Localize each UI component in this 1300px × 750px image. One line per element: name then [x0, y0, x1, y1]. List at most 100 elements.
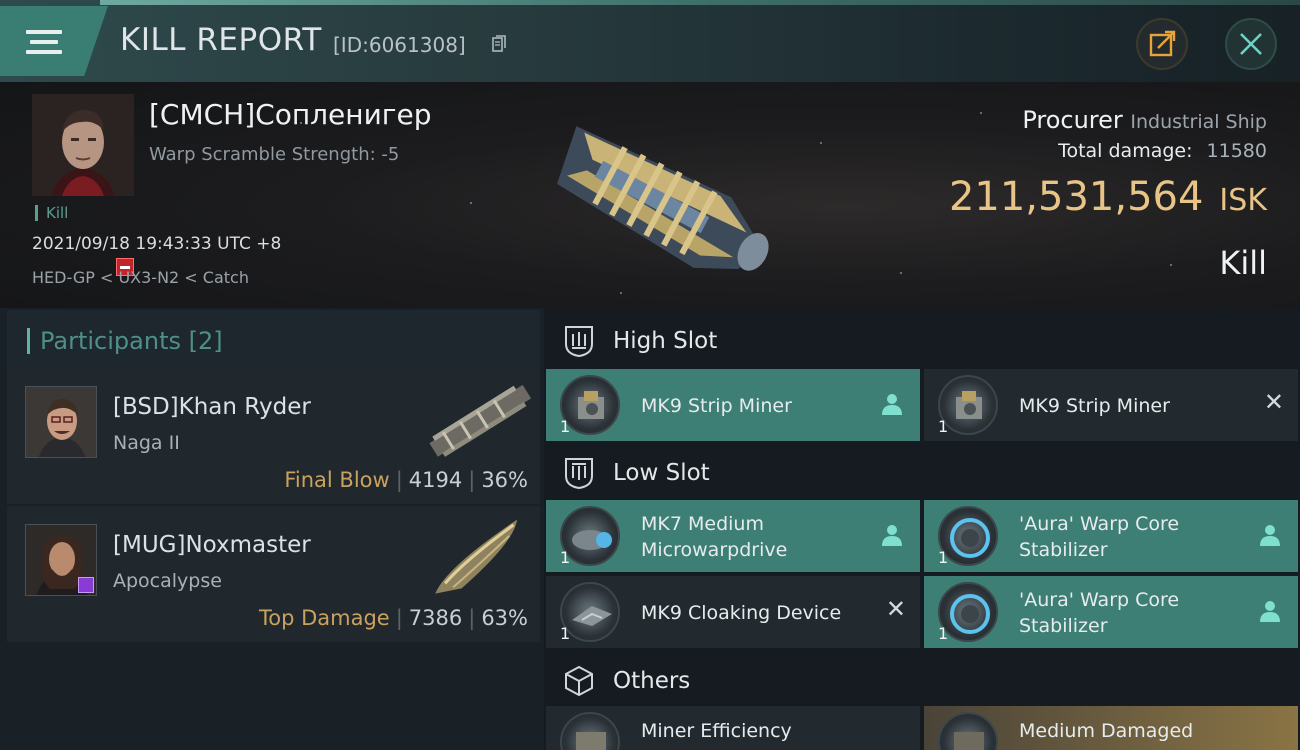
share-button[interactable]	[1136, 18, 1188, 70]
participant-stats: Final Blow | 4194 | 36%	[284, 468, 528, 492]
copy-icon[interactable]	[492, 35, 506, 53]
item-low-slot[interactable]: 1 'Aura' Warp Core Stabilizer	[924, 576, 1298, 648]
damaged-module-icon	[938, 712, 998, 750]
item-name-line1: MK7 Medium	[641, 513, 764, 535]
high-slot-icon	[565, 326, 593, 358]
isk-amount: 211,531,564	[948, 174, 1204, 220]
miner-efficiency-icon	[560, 712, 620, 750]
item-name-line2: Stabilizer	[1019, 539, 1108, 561]
participant-card[interactable]: [BSD]Khan Ryder Naga II Final Blow | 4194 |…	[7, 368, 540, 504]
header-bar: KILL REPORT [ID:6061308]	[0, 0, 1300, 82]
header-accent-line	[100, 0, 1300, 5]
destroyed-icon: ✕	[1263, 388, 1284, 416]
item-low-slot[interactable]: 1 MK9 Cloaking Device ✕	[546, 576, 920, 648]
participant-percent: 63%	[481, 606, 528, 630]
cube-icon	[565, 665, 593, 697]
participants-panel: Participants [2] [BSD]Khan Ryder Naga II	[0, 308, 544, 750]
participant-damage: 4194	[408, 468, 463, 492]
item-name-line2: Stabilizer	[1019, 615, 1108, 637]
report-type-label: Kill	[35, 205, 68, 221]
report-id: [ID:6061308]	[333, 33, 466, 57]
participant-name: [BSD]Khan Ryder	[113, 394, 311, 420]
item-name: 'Aura' Warp Core Stabilizer	[1019, 587, 1179, 639]
low-slot-icon	[565, 458, 593, 490]
close-button[interactable]	[1225, 18, 1277, 70]
item-quantity: 1	[938, 417, 949, 436]
item-name-line1: 'Aura' Warp Core	[1019, 589, 1180, 611]
item-quantity: 1	[938, 548, 949, 567]
total-damage-label: Total damage:	[1058, 140, 1193, 162]
participant-name: [MUG]Noxmaster	[113, 532, 311, 558]
others-title: Others	[613, 668, 691, 694]
victim-panel: [CMCH]Сопленигер Warp Scramble Strength:…	[0, 82, 1300, 308]
fitted-icon	[1260, 601, 1280, 622]
victim-avatar[interactable]	[32, 94, 134, 196]
kill-outcome: Kill	[1219, 244, 1267, 282]
item-name: MK9 Strip Miner	[641, 395, 792, 417]
low-slot-header: Low Slot	[544, 442, 1300, 502]
participant-damage: 7386	[408, 606, 463, 630]
participant-percent: 36%	[481, 468, 528, 492]
participants-label: Participants	[40, 327, 181, 355]
participant-stats: Top Damage | 7386 | 63%	[258, 606, 528, 630]
ship-class: Industrial Ship	[1130, 111, 1267, 133]
item-name-line2: Microwarpdrive	[641, 539, 788, 561]
item-name: MK9 Strip Miner	[1019, 395, 1170, 417]
victim-portrait-image	[32, 94, 134, 196]
item-name: MK9 Cloaking Device	[641, 602, 842, 624]
item-name: Miner Efficiency	[641, 720, 792, 742]
victim-ship-image	[557, 126, 769, 271]
page-title: KILL REPORT	[120, 22, 322, 58]
high-slot-title: High Slot	[613, 328, 718, 354]
item-high-slot[interactable]: 1 MK9 Strip Miner ✕	[924, 369, 1298, 441]
item-name: MK7 Medium Microwarpdrive	[641, 511, 787, 563]
item-quantity: 1	[938, 624, 949, 643]
info-badge	[78, 577, 94, 593]
kill-datetime: 2021/09/18 19:43:33 UTC +8	[32, 234, 282, 254]
close-icon	[1240, 33, 1262, 55]
others-header: Others	[544, 650, 1300, 710]
participants-count: [2]	[188, 327, 223, 355]
fitted-icon	[882, 525, 902, 546]
participants-header: Participants [2]	[7, 310, 540, 370]
item-name-line1: 'Aura' Warp Core	[1019, 513, 1180, 535]
item-name: Medium Damaged	[1019, 720, 1194, 742]
fitted-icon	[1260, 525, 1280, 546]
item-name: 'Aura' Warp Core Stabilizer	[1019, 511, 1179, 563]
share-icon	[1149, 30, 1176, 57]
hamburger-icon	[26, 30, 62, 56]
participant-ship-image	[435, 519, 518, 594]
fitted-icon	[882, 394, 902, 415]
participant-card[interactable]: [MUG]Noxmaster Apocalypse Top Damage | 738…	[7, 506, 540, 642]
item-other[interactable]: Medium Damaged	[924, 706, 1298, 750]
low-slot-title: Low Slot	[613, 460, 710, 486]
warp-scramble-strength: Warp Scramble Strength: -5	[149, 144, 400, 165]
fitting-panel: High Slot 1 MK9 Strip Miner 1 MK9 Strip …	[544, 308, 1300, 750]
victim-ship-name[interactable]: Procurer Industrial Ship	[1022, 106, 1267, 134]
top-damage-tag: Top Damage	[258, 606, 390, 630]
participant-avatar[interactable]	[25, 524, 97, 596]
total-damage-value: 11580	[1206, 140, 1267, 162]
victim-name[interactable]: [CMCH]Сопленигер	[149, 98, 432, 131]
item-quantity: 1	[560, 548, 571, 567]
kill-report-window: KILL REPORT [ID:6061308] [CMCH]Соплениге…	[0, 0, 1300, 750]
item-quantity: 1	[560, 624, 571, 643]
item-low-slot[interactable]: 1 'Aura' Warp Core Stabilizer	[924, 500, 1298, 572]
item-other[interactable]: Miner Efficiency	[546, 706, 920, 750]
participant-ship: Naga II	[113, 432, 180, 454]
isk-unit: ISK	[1219, 183, 1267, 218]
isk-value: 211,531,564 ISK	[949, 174, 1267, 220]
total-damage: Total damage: 11580	[1058, 140, 1267, 162]
destroyed-icon: ✕	[885, 595, 906, 623]
final-blow-tag: Final Blow	[284, 468, 390, 492]
kill-location[interactable]: HED-GP < UX3-N2 < Catch	[32, 268, 249, 287]
high-slot-header: High Slot	[544, 310, 1300, 370]
item-low-slot[interactable]: 1 MK7 Medium Microwarpdrive	[546, 500, 920, 572]
item-high-slot[interactable]: 1 MK9 Strip Miner	[546, 369, 920, 441]
item-quantity: 1	[560, 417, 571, 436]
participant-avatar[interactable]	[25, 386, 97, 458]
participant-portrait-image	[26, 387, 96, 457]
participant-ship: Apocalypse	[113, 570, 222, 592]
participant-ship-image	[429, 384, 532, 457]
ship-name: Procurer	[1022, 106, 1123, 134]
